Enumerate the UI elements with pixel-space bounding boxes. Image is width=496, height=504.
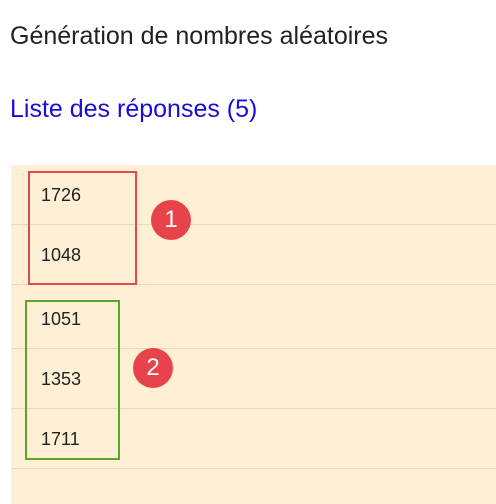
answers-list-link[interactable]: Liste des réponses (5) (10, 95, 257, 124)
annotation-box-group-2 (25, 300, 120, 460)
annotation-badge-2: 2 (133, 348, 173, 388)
page-title: Génération de nombres aléatoires (10, 22, 389, 50)
annotation-box-group-1 (28, 171, 137, 285)
screen: Génération de nombres aléatoires Liste d… (0, 0, 496, 504)
annotation-badge-1: 1 (151, 200, 191, 240)
